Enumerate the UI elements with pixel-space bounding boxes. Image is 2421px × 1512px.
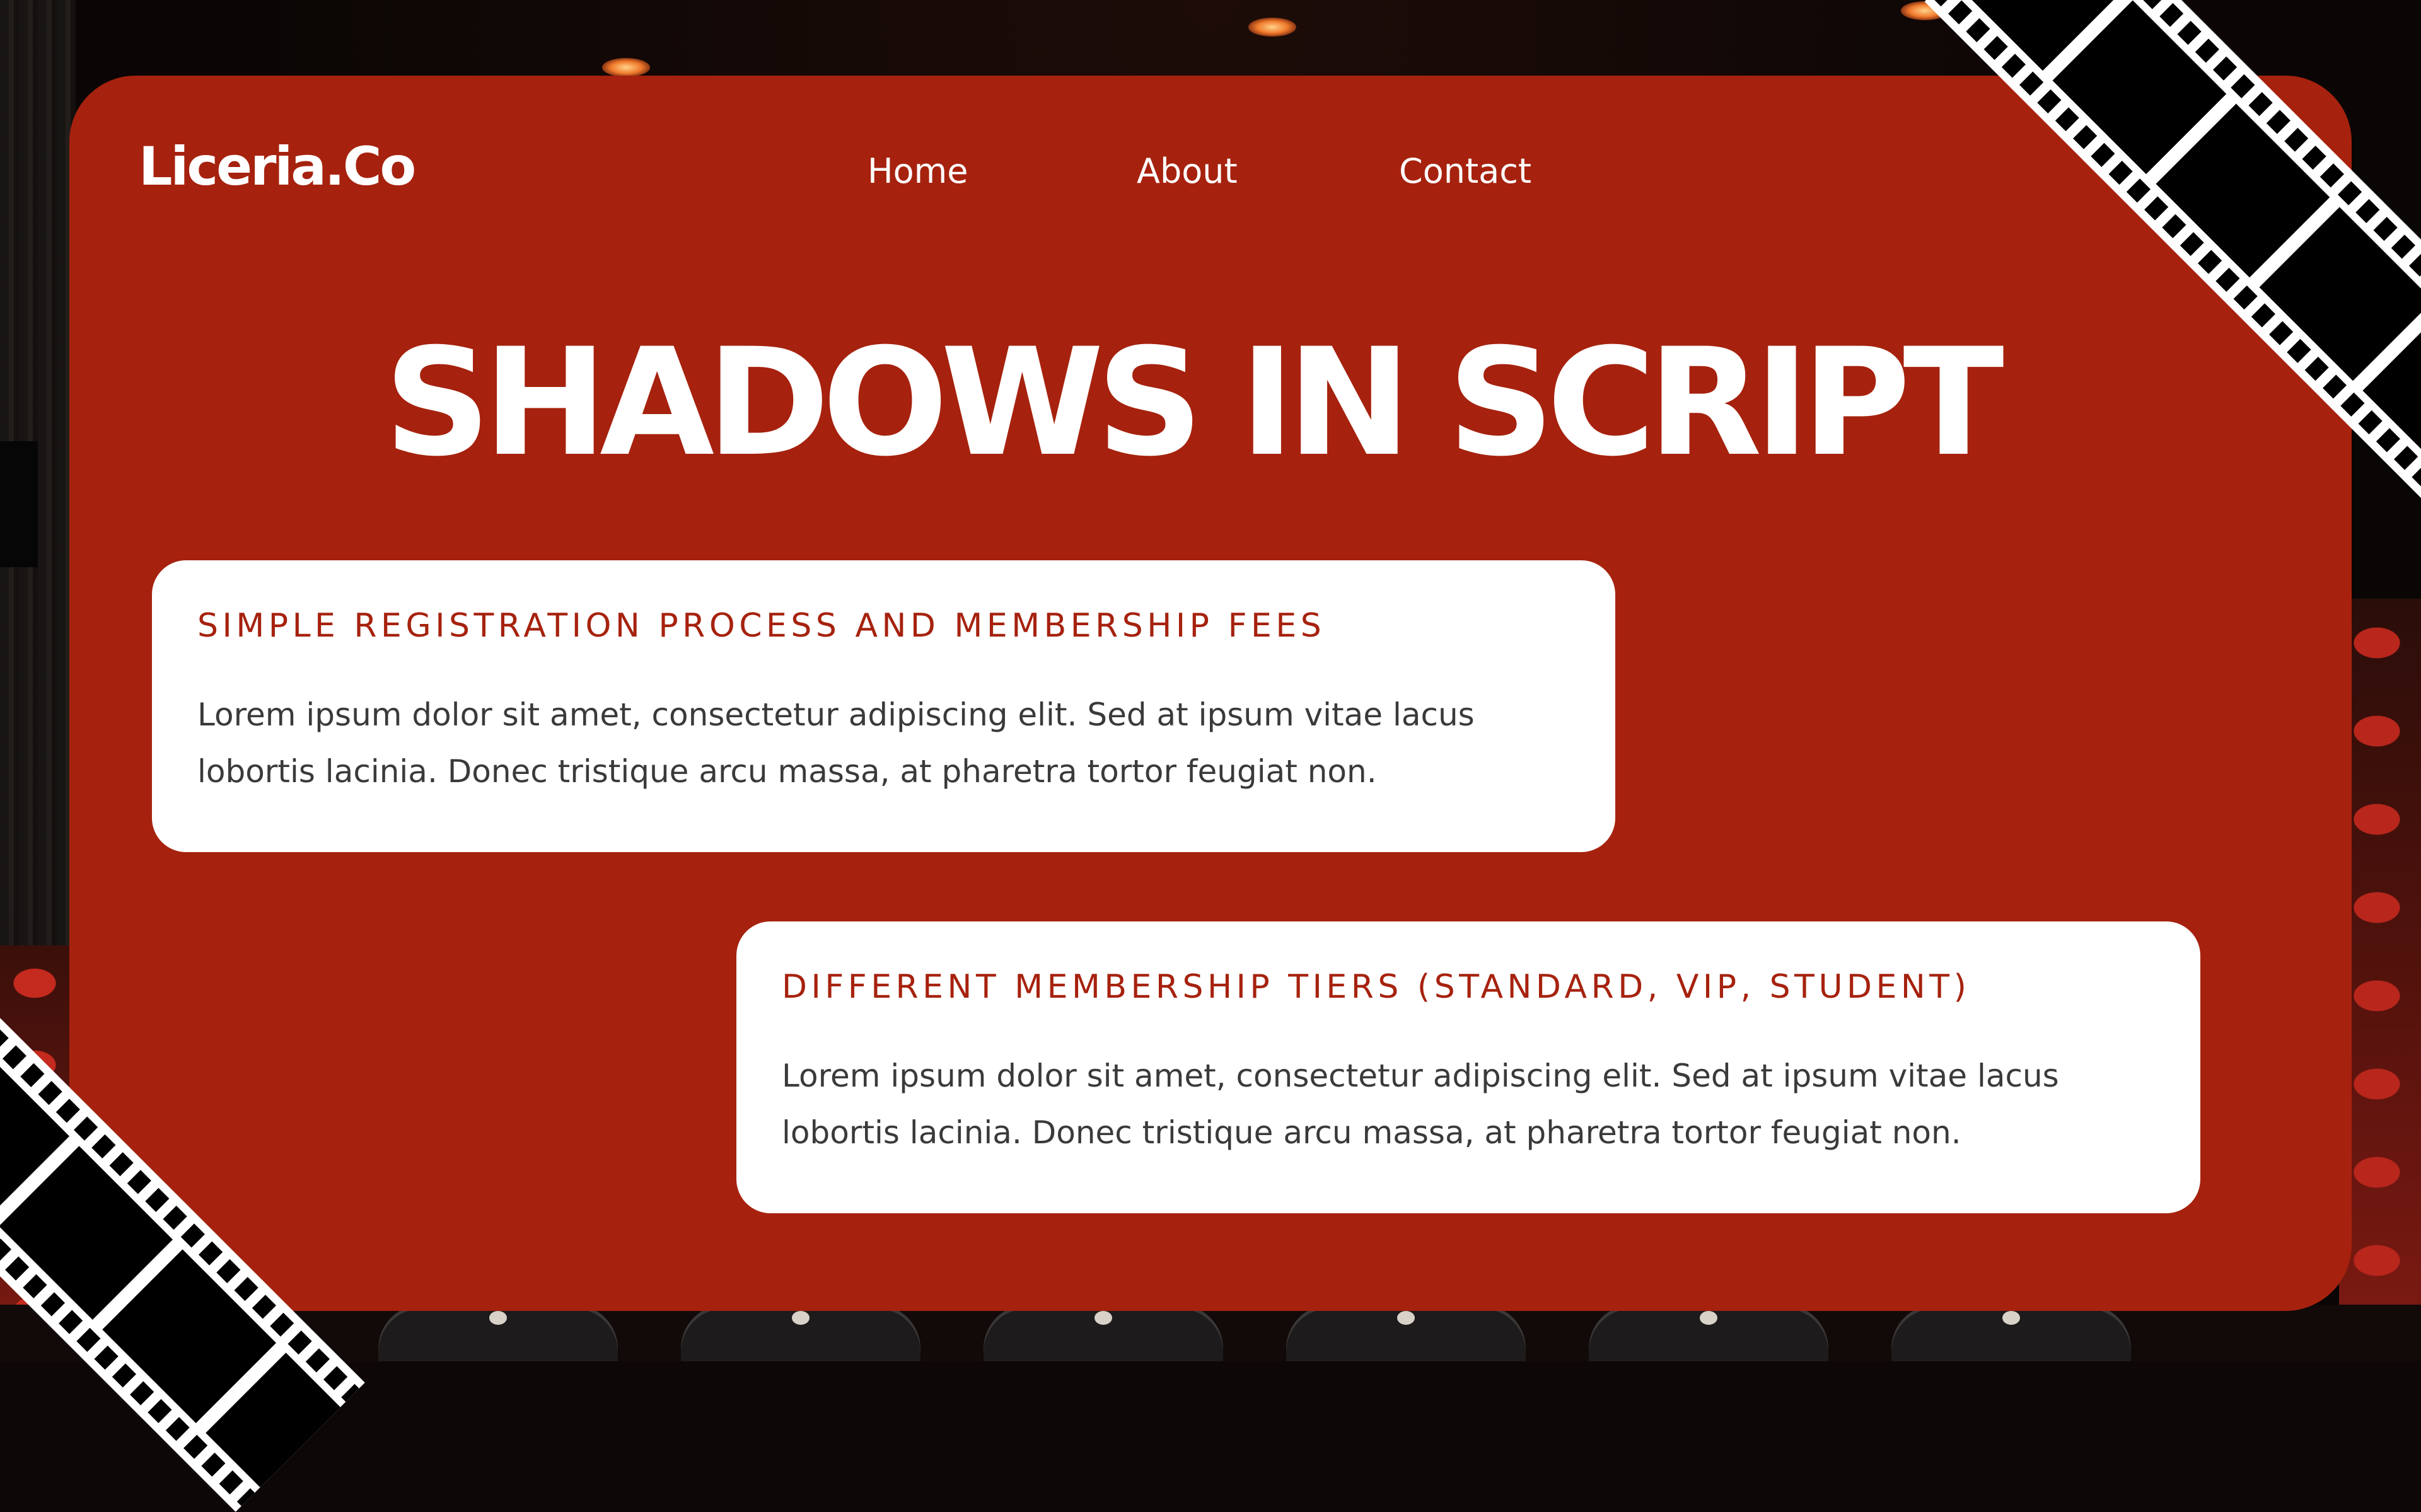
seat-number-marker xyxy=(1094,1311,1112,1325)
card-title: DIFFERENT MEMBERSHIP TIERS (STANDARD, VI… xyxy=(782,968,1971,1006)
front-seat-row xyxy=(0,1305,2421,1361)
ceiling-light xyxy=(1248,18,1296,37)
ceiling-light xyxy=(602,58,650,77)
page-title: SHADOWS IN SCRIPT xyxy=(384,317,2004,489)
seat xyxy=(1891,1305,2131,1361)
seat xyxy=(378,1305,618,1361)
nav-contact-link[interactable]: Contact xyxy=(1399,151,1531,191)
seat-number-marker xyxy=(489,1311,507,1325)
seat-number-marker xyxy=(792,1311,810,1325)
seat xyxy=(1286,1305,1526,1361)
seat-number-marker xyxy=(1700,1311,1717,1325)
info-card-registration: SIMPLE REGISTRATION PROCESS AND MEMBERSH… xyxy=(152,560,1615,852)
seat xyxy=(984,1305,1223,1361)
card-body: Lorem ipsum dolor sit amet, consectetur … xyxy=(197,696,1475,790)
card-title: SIMPLE REGISTRATION PROCESS AND MEMBERSH… xyxy=(197,607,1326,645)
nav-home-link[interactable]: Home xyxy=(868,151,968,191)
seat-number-marker xyxy=(1397,1311,1415,1325)
nav-about-link[interactable]: About xyxy=(1137,151,1238,191)
main-nav: Home About Contact xyxy=(0,151,2421,202)
seat xyxy=(681,1305,920,1361)
seat-number-marker xyxy=(2002,1311,2020,1325)
info-card-membership-tiers: DIFFERENT MEMBERSHIP TIERS (STANDARD, VI… xyxy=(736,921,2200,1213)
card-body: Lorem ipsum dolor sit amet, consectetur … xyxy=(782,1058,2059,1151)
seat xyxy=(1589,1305,1828,1361)
